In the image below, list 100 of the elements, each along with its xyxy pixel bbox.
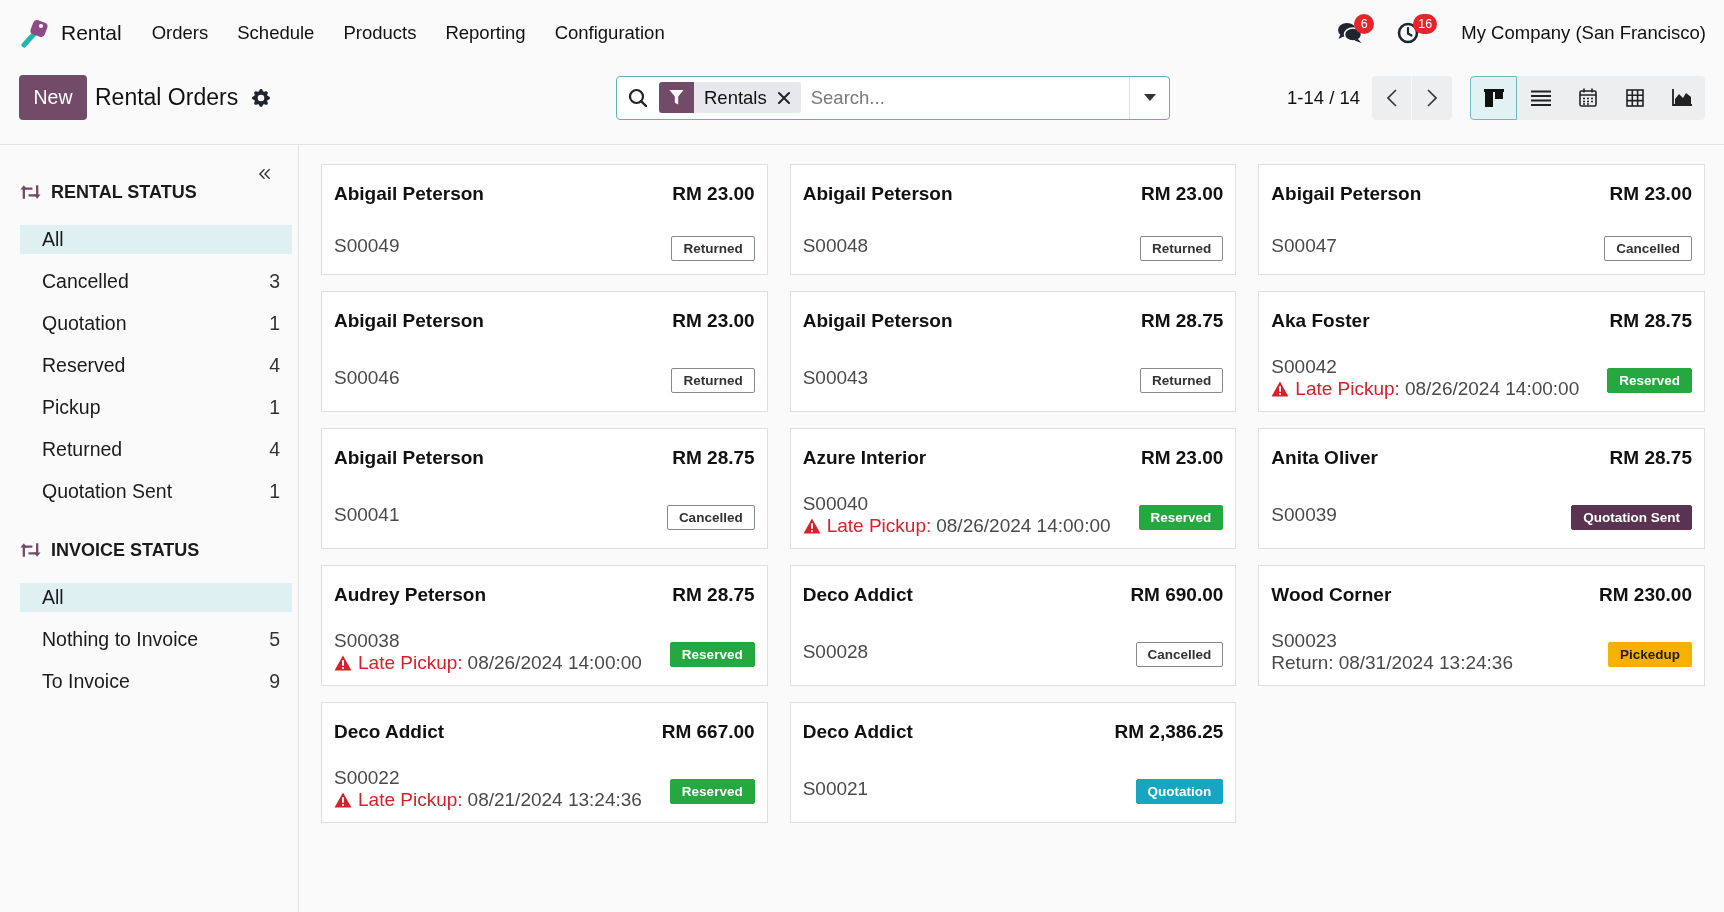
- settings-icon[interactable]: [252, 88, 271, 107]
- customer-name: Deco Addict: [802, 719, 913, 744]
- item-count: 5: [269, 626, 280, 652]
- filter-item[interactable]: All: [20, 583, 292, 612]
- status-badge: Returned: [1140, 367, 1224, 393]
- status-badge: Cancelled: [666, 504, 755, 530]
- section-title: RENTAL STATUS: [51, 180, 197, 204]
- order-card[interactable]: Abigail Peterson RM 28.75 S00043 Returned: [789, 291, 1237, 412]
- order-reference: S00047: [1271, 235, 1337, 257]
- order-reference: S00028: [802, 641, 869, 663]
- order-card[interactable]: Deco Addict RM 2,386.25 S00021 Quotation: [789, 702, 1237, 823]
- schedule-date: 08/26/2024 14:00:00: [936, 515, 1111, 537]
- order-card[interactable]: Anita Oliver RM 28.75 S00039 Quotation Sent: [1258, 428, 1705, 549]
- search-input[interactable]: Search...: [800, 76, 1129, 119]
- status-badge: Pickedup: [1607, 641, 1692, 667]
- filter-item[interactable]: Returned 4: [20, 435, 292, 464]
- filter-item[interactable]: Quotation 1: [20, 309, 292, 338]
- order-card[interactable]: Audrey Peterson RM 28.75 S00038 Late Pickup: 08/26/2024 14:00:00 Reserved: [321, 565, 768, 686]
- warning-icon: [334, 655, 352, 671]
- status-badge: Returned: [671, 367, 755, 393]
- order-reference: S00040: [802, 493, 870, 515]
- menu-item[interactable]: Reporting: [445, 14, 526, 51]
- company-switcher[interactable]: My Company (San Francisco): [1461, 18, 1706, 47]
- list-view-button[interactable]: [1517, 75, 1564, 120]
- customer-name: Abigail Peterson: [802, 181, 953, 206]
- status-badge: Cancelled: [1604, 235, 1692, 261]
- order-card[interactable]: Abigail Peterson RM 28.75 S00041 Cancelled: [321, 428, 768, 549]
- order-reference: S00042: [1271, 356, 1338, 378]
- order-card[interactable]: Abigail Peterson RM 23.00 S00048 Returned: [789, 164, 1237, 275]
- schedule-date: 08/26/2024 14:00:00: [467, 652, 642, 674]
- repeat-icon: [20, 542, 41, 558]
- filter-item[interactable]: Pickup 1: [20, 393, 292, 422]
- filter-item[interactable]: All: [20, 225, 292, 254]
- order-card[interactable]: Wood Corner RM 230.00 S00023 Return: 08/31/2024 13:24:36 Pickedup: [1258, 565, 1705, 686]
- status-badge: Reserved: [669, 778, 755, 804]
- double-chevron-left-icon[interactable]: [258, 168, 271, 180]
- schedule-label: Late Pickup:: [358, 652, 463, 674]
- customer-name: Aka Foster: [1271, 308, 1370, 333]
- calendar-icon: [1578, 88, 1597, 107]
- order-card[interactable]: Abigail Peterson RM 23.00 S00047 Cancelled: [1258, 164, 1705, 275]
- clock-icon[interactable]: [1397, 21, 1420, 44]
- search-bar[interactable]: Rentals Search...: [616, 75, 1170, 120]
- menu-item[interactable]: Schedule: [237, 14, 315, 51]
- schedule-date: 08/21/2024 13:24:36: [467, 789, 642, 811]
- warning-icon: [1271, 381, 1290, 397]
- order-amount: RM 667.00: [661, 719, 755, 744]
- order-reference: S00021: [802, 778, 869, 800]
- app-name-link[interactable]: Rental: [61, 16, 122, 49]
- customer-name: Deco Addict: [334, 719, 445, 744]
- filter-item[interactable]: Quotation Sent 1: [20, 477, 292, 506]
- order-card[interactable]: Deco Addict RM 690.00 S00028 Cancelled: [789, 565, 1237, 686]
- order-amount: RM 2,386.25: [1114, 719, 1224, 744]
- previous-page-button[interactable]: [1372, 75, 1412, 120]
- board-icon: [1483, 88, 1504, 107]
- search-icon[interactable]: [628, 88, 647, 107]
- schedule-date: 08/26/2024 14:00:00: [1404, 378, 1580, 400]
- schedule-label: Return:: [1271, 652, 1334, 674]
- menu-item[interactable]: Configuration: [554, 14, 665, 51]
- menu-item[interactable]: Orders: [151, 14, 209, 51]
- next-page-button[interactable]: [1412, 75, 1452, 120]
- status-badge: Quotation Sent: [1571, 504, 1692, 530]
- repeat-icon: [20, 184, 41, 200]
- order-card[interactable]: Abigail Peterson RM 23.00 S00049 Returned: [321, 164, 768, 275]
- customer-name: Abigail Peterson: [334, 308, 484, 333]
- item-count: 1: [269, 394, 280, 420]
- item-count: 9: [269, 668, 280, 694]
- filter-item[interactable]: To Invoice 9: [20, 667, 292, 696]
- menu-item[interactable]: Products: [343, 14, 417, 51]
- item-count: 4: [269, 436, 280, 462]
- order-reference: S00023: [1271, 630, 1338, 652]
- pager-value: 1-14 / 14: [1286, 85, 1360, 110]
- filter-item[interactable]: Reserved 4: [20, 351, 292, 380]
- schedule-label: Late Pickup:: [1295, 378, 1400, 400]
- order-amount: RM 28.75: [1609, 445, 1692, 470]
- item-count: 3: [269, 268, 280, 294]
- grid-icon: [1625, 88, 1644, 107]
- order-reference: S00039: [1271, 504, 1337, 526]
- order-card[interactable]: Abigail Peterson RM 23.00 S00046 Returned: [321, 291, 768, 412]
- graph-view-button[interactable]: [1658, 75, 1705, 120]
- caret-down-icon[interactable]: [1143, 94, 1156, 101]
- customer-name: Azure Interior: [802, 445, 927, 470]
- warning-icon: [802, 518, 821, 534]
- order-reference: S00038: [334, 630, 401, 652]
- kanban-view-button[interactable]: [1470, 75, 1517, 120]
- activity-count-badge: 16: [1413, 13, 1438, 34]
- close-icon[interactable]: [776, 90, 791, 105]
- order-amount: RM 28.75: [672, 582, 755, 607]
- order-card[interactable]: Deco Addict RM 667.00 S00022 Late Pickup: 08/21/2024 13:24:36 Reserved: [321, 702, 768, 823]
- new-button[interactable]: New: [19, 75, 87, 120]
- status-badge: Cancelled: [1135, 641, 1224, 667]
- order-reference: S00022: [334, 767, 401, 789]
- customer-name: Wood Corner: [1271, 582, 1392, 607]
- filter-item[interactable]: Cancelled 3: [20, 267, 292, 296]
- filter-item[interactable]: Nothing to Invoice 5: [20, 625, 292, 654]
- status-badge: Reserved: [669, 641, 755, 667]
- schedule-label: Late Pickup:: [358, 789, 463, 811]
- order-card[interactable]: Aka Foster RM 28.75 S00042 Late Pickup: 08/26/2024 14:00:00 Reserved: [1258, 291, 1705, 412]
- customer-name: Abigail Peterson: [1271, 181, 1422, 206]
- order-card[interactable]: Azure Interior RM 23.00 S00040 Late Pickup: 08/26/2024 14:00:00 Reserved: [789, 428, 1237, 549]
- customer-name: Deco Addict: [802, 582, 913, 607]
